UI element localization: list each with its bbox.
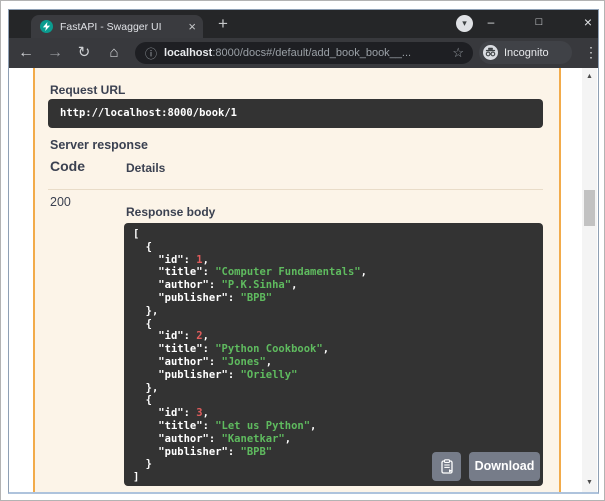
tab-title: FastAPI - Swagger UI bbox=[60, 21, 184, 33]
screenshot-root: { "browser": { "tab": { "title": "FastAP… bbox=[0, 0, 605, 501]
page-content: Request URL http://localhost:8000/book/1… bbox=[9, 68, 598, 492]
tab-search-button[interactable]: ▾ bbox=[456, 15, 473, 32]
scrollbar-up-icon[interactable]: ▲ bbox=[582, 70, 597, 84]
incognito-badge: Incognito bbox=[479, 41, 572, 64]
copy-to-clipboard-button[interactable] bbox=[432, 452, 461, 481]
status-code: 200 bbox=[50, 195, 71, 209]
table-divider bbox=[48, 189, 543, 190]
response-body-code: [ { "id": 1, "title": "Computer Fundamen… bbox=[124, 223, 543, 484]
server-response-heading: Server response bbox=[50, 138, 148, 152]
scrollbar-down-icon[interactable]: ▼ bbox=[582, 476, 597, 490]
scrollbar-thumb[interactable] bbox=[584, 190, 595, 226]
swagger-opblock: Request URL http://localhost:8000/book/1… bbox=[33, 68, 561, 492]
page-scrollbar[interactable]: ▲ ▼ bbox=[582, 68, 597, 492]
home-button[interactable]: ⌂ bbox=[101, 40, 127, 66]
url-text: localhost:8000/docs#/default/add_book_bo… bbox=[164, 47, 446, 59]
new-tab-button[interactable]: + bbox=[212, 13, 234, 35]
bookmark-star-icon[interactable]: ☆ bbox=[452, 45, 464, 61]
browser-menu-button[interactable]: ⋮ bbox=[583, 41, 599, 65]
request-url-value: http://localhost:8000/book/1 bbox=[48, 99, 543, 128]
code-column-header: Code bbox=[50, 158, 85, 174]
fastapi-favicon-icon bbox=[40, 20, 53, 33]
response-body-block: [ { "id": 1, "title": "Computer Fundamen… bbox=[124, 223, 543, 486]
tab-fastapi-swagger[interactable]: FastAPI - Swagger UI × bbox=[31, 15, 203, 38]
url-path: :8000/docs#/default/add_book_book__... bbox=[212, 47, 411, 59]
tab-strip: FastAPI - Swagger UI × + ▾ – □ × bbox=[9, 10, 598, 38]
browser-window: FastAPI - Swagger UI × + ▾ – □ × ← → ↻ ⌂… bbox=[8, 9, 599, 494]
download-button[interactable]: Download bbox=[469, 452, 540, 481]
forward-button[interactable]: → bbox=[42, 40, 68, 66]
window-minimize-button[interactable]: – bbox=[476, 10, 506, 36]
incognito-label: Incognito bbox=[504, 47, 549, 59]
request-url-label: Request URL bbox=[50, 83, 125, 97]
tab-close-icon[interactable]: × bbox=[188, 20, 196, 33]
address-bar[interactable]: ⓘ localhost:8000/docs#/default/add_book_… bbox=[135, 42, 473, 64]
incognito-icon bbox=[483, 45, 498, 60]
page-info-icon[interactable]: ⓘ bbox=[145, 45, 157, 62]
back-button[interactable]: ← bbox=[13, 40, 39, 66]
browser-toolbar: ← → ↻ ⌂ ⓘ localhost:8000/docs#/default/a… bbox=[9, 38, 598, 68]
window-maximize-button[interactable]: □ bbox=[524, 10, 554, 36]
url-domain: localhost bbox=[164, 47, 212, 59]
details-column-header: Details bbox=[126, 161, 165, 175]
window-close-button[interactable]: × bbox=[573, 10, 599, 36]
reload-button[interactable]: ↻ bbox=[71, 40, 97, 66]
response-body-label: Response body bbox=[126, 205, 215, 219]
